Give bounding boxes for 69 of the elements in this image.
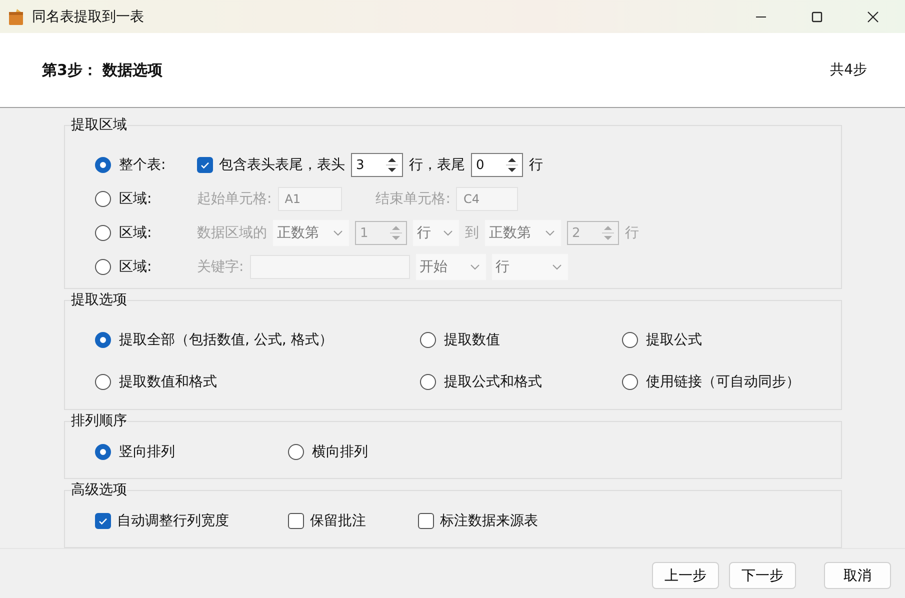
radio-button[interactable] [420,332,436,348]
field-label: 起始单元格: [197,190,272,208]
dropdown[interactable]: 行 [492,254,568,280]
radio-button[interactable] [95,332,111,348]
radio-button[interactable] [95,259,111,275]
dropdown[interactable]: 正数第 [485,220,561,246]
group-title: 提取区域 [71,116,127,134]
radio-button[interactable] [95,374,111,390]
caret-icon [443,230,453,236]
radio-label: 区域: [119,190,153,208]
dropdown[interactable]: 开始 [416,254,486,280]
field-label: 到 [465,224,479,242]
checkbox[interactable] [418,513,434,529]
app-icon [8,8,24,26]
caret-icon [470,264,480,270]
step-title: 第3步： 数据选项 [42,60,163,80]
checkbox[interactable] [197,157,213,173]
radio-label: 提取全部（包括数值, 公式, 格式） [119,331,333,349]
checkbox-label: 标注数据来源表 [440,512,538,530]
unit-label: 行 [625,224,639,242]
radio-button[interactable] [622,374,638,390]
maximize-icon[interactable] [811,10,823,22]
group-title: 提取选项 [71,291,127,309]
number-spinner[interactable]: 2 [567,221,619,245]
input-field[interactable]: C4 [456,187,518,211]
caret-icon [552,264,562,270]
radio-button[interactable] [622,332,638,348]
input-field[interactable]: A1 [278,187,342,211]
field-label: 数据区域的 [197,224,267,242]
checkbox-label: 保留批注 [310,512,366,530]
number-spinner[interactable]: 0 [471,153,523,177]
radio-button[interactable] [95,225,111,241]
unit-label: 行 [529,156,543,174]
radio-label: 区域: [119,224,153,242]
checkbox-label: 包含表头表尾，表头 [219,156,345,174]
group-title: 高级选项 [71,481,127,499]
number-spinner[interactable]: 1 [355,221,407,245]
dropdown[interactable]: 行 [413,220,459,246]
window-title: 同名表提取到一表 [32,8,144,26]
radio-label: 使用链接（可自动同步） [646,373,800,391]
radio-label: 整个表: [119,156,167,174]
radio-label: 提取数值和格式 [119,373,217,391]
radio-label: 区域: [119,258,153,276]
radio-label: 横向排列 [312,443,368,461]
group-title: 排列顺序 [71,412,127,430]
radio-button[interactable] [420,374,436,390]
radio-button[interactable] [95,444,111,460]
dialog-button[interactable]: 上一步 [652,562,719,589]
radio-button[interactable] [95,157,111,173]
dialog-button[interactable]: 取消 [824,562,891,589]
number-spinner[interactable]: 3 [351,153,403,177]
radio-label: 提取数值 [444,331,500,349]
radio-button[interactable] [288,444,304,460]
field-label: 结束单元格: [376,190,450,208]
radio-button[interactable] [95,191,111,207]
step-count: 共4步 [830,61,867,79]
unit-label: 行，表尾 [409,156,465,174]
close-icon[interactable] [867,10,879,22]
caret-icon [333,230,343,236]
checkbox[interactable] [95,513,111,529]
radio-label: 提取公式和格式 [444,373,542,391]
dropdown[interactable]: 正数第 [273,220,349,246]
caret-icon [545,230,555,236]
checkbox-label: 自动调整行列宽度 [117,512,229,530]
radio-label: 提取公式 [646,331,702,349]
field-label: 关键字: [197,258,244,276]
checkbox[interactable] [288,513,304,529]
radio-label: 竖向排列 [119,443,175,461]
dialog-button[interactable]: 下一步 [729,562,796,589]
